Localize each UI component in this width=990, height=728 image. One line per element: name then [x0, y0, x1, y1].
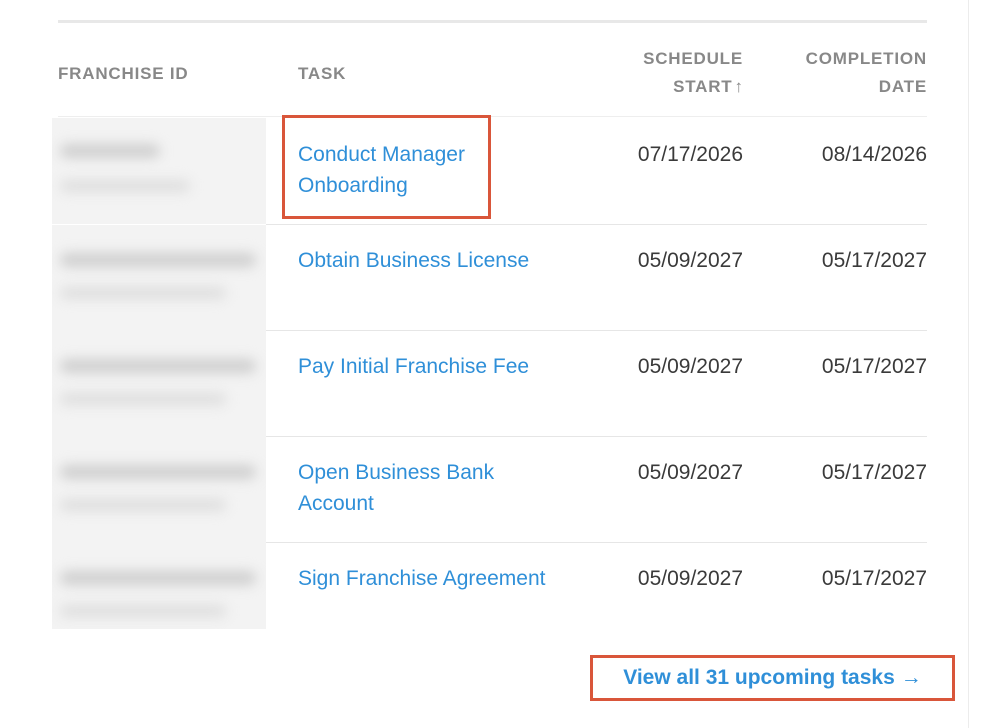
highlight-box	[282, 115, 491, 219]
task-link-pay-initial-franchise-fee[interactable]: Pay Initial Franchise Fee	[298, 351, 568, 382]
column-header-franchise-id: FRANCHISE ID	[58, 64, 189, 83]
schedule-header-label: START	[673, 77, 733, 96]
redacted-franchise-id	[52, 543, 266, 629]
task-link-line: Account	[298, 492, 374, 515]
schedule-start-cell: 05/09/2027	[637, 355, 743, 378]
task-link-line: Sign Franchise Agreement	[298, 567, 546, 590]
row-divider	[266, 330, 927, 331]
header-divider	[58, 116, 927, 117]
row-divider	[266, 436, 927, 437]
task-link-line: Pay Initial Franchise Fee	[298, 355, 530, 378]
schedule-start-cell: 05/09/2027	[637, 461, 743, 484]
completion-header-line1: COMPLETION	[805, 49, 927, 68]
schedule-start-cell: 07/17/2026	[637, 143, 743, 166]
redacted-franchise-id	[52, 118, 266, 224]
task-link-line: Obtain Business License	[298, 249, 530, 272]
column-header-schedule-start[interactable]: SCHEDULE START ↑	[560, 45, 743, 101]
task-link-sign-franchise-agreement[interactable]: Sign Franchise Agreement	[298, 563, 568, 594]
schedule-header-line2: START ↑	[560, 73, 743, 101]
completion-date-cell: 05/17/2027	[821, 461, 927, 484]
top-divider	[58, 20, 927, 23]
completion-date-cell: 08/14/2026	[821, 143, 927, 166]
column-header-task: TASK	[298, 64, 347, 83]
completion-header-line2: DATE	[878, 77, 927, 96]
redacted-franchise-id	[52, 437, 266, 543]
schedule-header-line1: SCHEDULE	[643, 49, 743, 68]
task-link-obtain-business-license[interactable]: Obtain Business License	[298, 245, 568, 276]
row-divider	[266, 542, 927, 543]
arrow-right-icon: →	[900, 666, 922, 689]
view-all-label: View all 31 upcoming tasks	[623, 666, 895, 689]
task-link-open-business-bank-account[interactable]: Open Business Bank Account	[298, 457, 568, 519]
completion-date-cell: 05/17/2027	[821, 249, 927, 272]
redacted-franchise-id	[52, 331, 266, 437]
row-divider	[266, 224, 927, 225]
view-all-tasks-link[interactable]: View all 31 upcoming tasks →	[590, 655, 955, 701]
completion-date-cell: 05/17/2027	[821, 355, 927, 378]
panel-edge	[968, 0, 969, 728]
schedule-start-cell: 05/09/2027	[637, 567, 743, 590]
column-header-completion-date: COMPLETION DATE	[760, 45, 927, 101]
completion-date-cell: 05/17/2027	[821, 567, 927, 590]
schedule-start-cell: 05/09/2027	[637, 249, 743, 272]
task-link-line: Open Business Bank	[298, 461, 495, 484]
redacted-franchise-id	[52, 225, 266, 331]
sort-ascending-icon: ↑	[734, 77, 744, 96]
